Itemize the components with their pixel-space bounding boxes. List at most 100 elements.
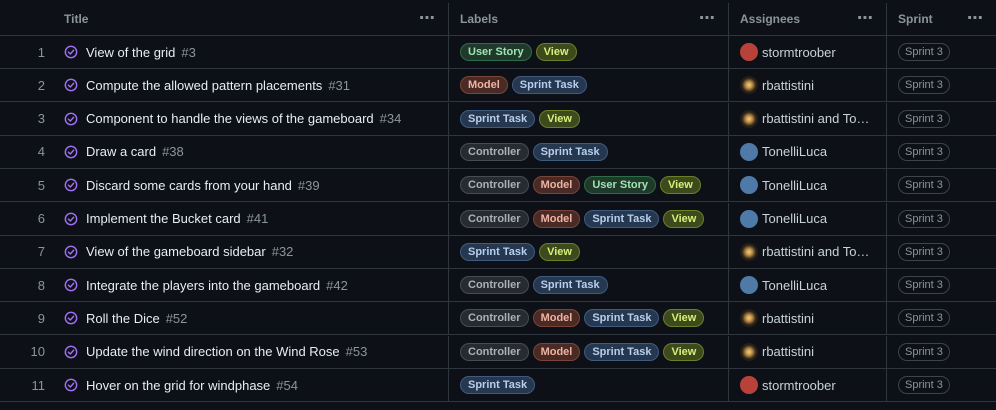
issue-number[interactable]: #54 [276,378,298,393]
column-header-labels[interactable]: Labels ⋯ [449,3,729,35]
sprint-badge[interactable]: Sprint 3 [898,76,950,95]
label-badge[interactable]: Sprint Task [532,276,608,295]
label-badge[interactable]: Model [532,309,581,328]
assignees-cell[interactable]: rbattistini [729,335,887,368]
assignee-name[interactable]: rbattistini and To… [762,244,869,259]
label-badge[interactable]: View [539,109,580,128]
sprint-badge[interactable]: Sprint 3 [898,142,950,161]
more-options-icon[interactable]: ⋯ [699,11,716,27]
assignee-name[interactable]: rbattistini [762,311,814,326]
labels-cell[interactable]: Sprint Task View [449,235,729,268]
sprint-cell[interactable]: Sprint 3 [887,169,996,201]
issue-number[interactable]: #38 [162,144,184,159]
table-row[interactable]: 4 Draw a card #38 Controller Sprint Task Tone… [0,135,996,169]
label-badge[interactable]: Model [532,209,581,228]
more-options-icon[interactable]: ⋯ [967,11,984,27]
table-row[interactable]: 8 Integrate the players into the gameboar… [0,269,996,303]
table-row[interactable]: 9 Roll the Dice #52 Controller Model Sprint T… [0,302,996,336]
labels-cell[interactable]: Controller Model Sprint Task View [449,335,729,368]
sprint-badge[interactable]: Sprint 3 [898,109,950,128]
label-badge[interactable]: Controller [460,342,529,361]
issue-title[interactable]: Update the wind direction on the Wind Ro… [86,344,340,359]
assignees-cell[interactable]: rbattistini [729,302,887,335]
sprint-badge[interactable]: Sprint 3 [898,376,950,394]
issue-title[interactable]: Draw a card [86,144,156,159]
title-cell[interactable]: Discard some cards from your hand #39 [51,169,449,202]
title-cell[interactable]: Integrate the players into the gameboard… [51,269,449,302]
label-badge[interactable]: Sprint Task [460,242,536,261]
issue-title[interactable]: Discard some cards from your hand [86,178,292,193]
sprint-cell[interactable]: Sprint 3 [887,69,996,101]
assignees-cell[interactable]: rbattistini and To… [729,235,887,268]
sprint-cell[interactable]: Sprint 3 [887,203,996,235]
title-cell[interactable]: View of the gameboard sidebar #32 [51,235,449,268]
label-badge[interactable]: Model [532,176,581,195]
assignee-name[interactable]: TonelliLuca [762,278,827,293]
issue-title[interactable]: View of the gameboard sidebar [86,244,266,259]
labels-cell[interactable]: Sprint Task [449,369,729,401]
label-badge[interactable]: View [663,342,705,361]
labels-cell[interactable]: Controller Sprint Task [449,269,729,302]
assignees-cell[interactable]: stormtroober [729,369,887,401]
labels-cell[interactable]: Controller Model User Story View [449,169,729,202]
labels-cell[interactable]: Controller Model Sprint Task View [449,202,729,235]
label-badge[interactable]: Sprint Task [532,142,608,161]
label-badge[interactable]: View [663,309,705,328]
table-row[interactable]: 11 Hover on the grid for windphase #54 Spri… [0,369,996,402]
column-header-assignees[interactable]: Assignees ⋯ [729,3,887,35]
label-badge[interactable]: Sprint Task [460,376,536,394]
sprint-badge[interactable]: Sprint 3 [898,242,950,261]
assignee-name[interactable]: TonelliLuca [762,144,827,159]
sprint-cell[interactable]: Sprint 3 [887,302,996,334]
issue-number[interactable]: #52 [166,311,188,326]
label-badge[interactable]: User Story [584,176,656,195]
assignees-cell[interactable]: TonelliLuca [729,202,887,235]
issue-title[interactable]: Hover on the grid for windphase [86,378,270,393]
issue-number[interactable]: #42 [326,278,348,293]
label-badge[interactable]: Controller [460,142,529,161]
label-badge[interactable]: Controller [460,309,529,328]
sprint-cell[interactable]: Sprint 3 [887,103,996,135]
table-row[interactable]: 2 Compute the allowed pattern placements #… [0,69,996,103]
assignee-name[interactable]: rbattistini and To… [762,111,869,126]
table-row[interactable]: 6 Implement the Bucket card #41 Controller M… [0,202,996,236]
label-badge[interactable]: Controller [460,209,529,228]
assignee-name[interactable]: rbattistini [762,78,814,93]
title-cell[interactable]: Compute the allowed pattern placements #3… [51,69,449,102]
issue-number[interactable]: #3 [181,45,195,60]
label-badge[interactable]: Sprint Task [584,342,660,361]
issue-title[interactable]: View of the grid [86,45,175,60]
column-header-title[interactable]: Title ⋯ [51,3,449,35]
assignee-name[interactable]: stormtroober [762,45,836,60]
label-badge[interactable]: Controller [460,276,529,295]
column-header-sprint[interactable]: Sprint ⋯ [887,3,996,35]
table-row[interactable]: 10 Update the wind direction on the Wind … [0,335,996,369]
assignee-name[interactable]: TonelliLuca [762,178,827,193]
assignees-cell[interactable]: rbattistini [729,69,887,102]
labels-cell[interactable]: Model Sprint Task [449,69,729,102]
title-cell[interactable]: Update the wind direction on the Wind Ro… [51,335,449,368]
label-badge[interactable]: User Story [460,43,532,61]
issue-number[interactable]: #31 [328,78,350,93]
assignee-name[interactable]: stormtroober [762,378,836,393]
table-row[interactable]: 7 View of the gameboard sidebar #32 Sprint … [0,235,996,269]
labels-cell[interactable]: User Story View [449,36,729,68]
label-badge[interactable]: Model [460,76,508,95]
sprint-cell[interactable]: Sprint 3 [887,236,996,268]
sprint-cell[interactable]: Sprint 3 [887,136,996,168]
issue-title[interactable]: Implement the Bucket card [86,211,241,226]
labels-cell[interactable]: Sprint Task View [449,102,729,135]
assignees-cell[interactable]: TonelliLuca [729,269,887,302]
sprint-badge[interactable]: Sprint 3 [898,43,950,61]
more-options-icon[interactable]: ⋯ [857,11,874,27]
sprint-cell[interactable]: Sprint 3 [887,369,996,401]
title-cell[interactable]: Component to handle the views of the gam… [51,102,449,135]
label-badge[interactable]: Model [532,342,581,361]
assignees-cell[interactable]: TonelliLuca [729,169,887,202]
issue-number[interactable]: #34 [380,111,402,126]
issue-number[interactable]: #53 [346,344,368,359]
label-badge[interactable]: View [535,43,577,61]
title-cell[interactable]: Roll the Dice #52 [51,302,449,335]
assignees-cell[interactable]: rbattistini and To… [729,102,887,135]
issue-number[interactable]: #41 [247,211,269,226]
